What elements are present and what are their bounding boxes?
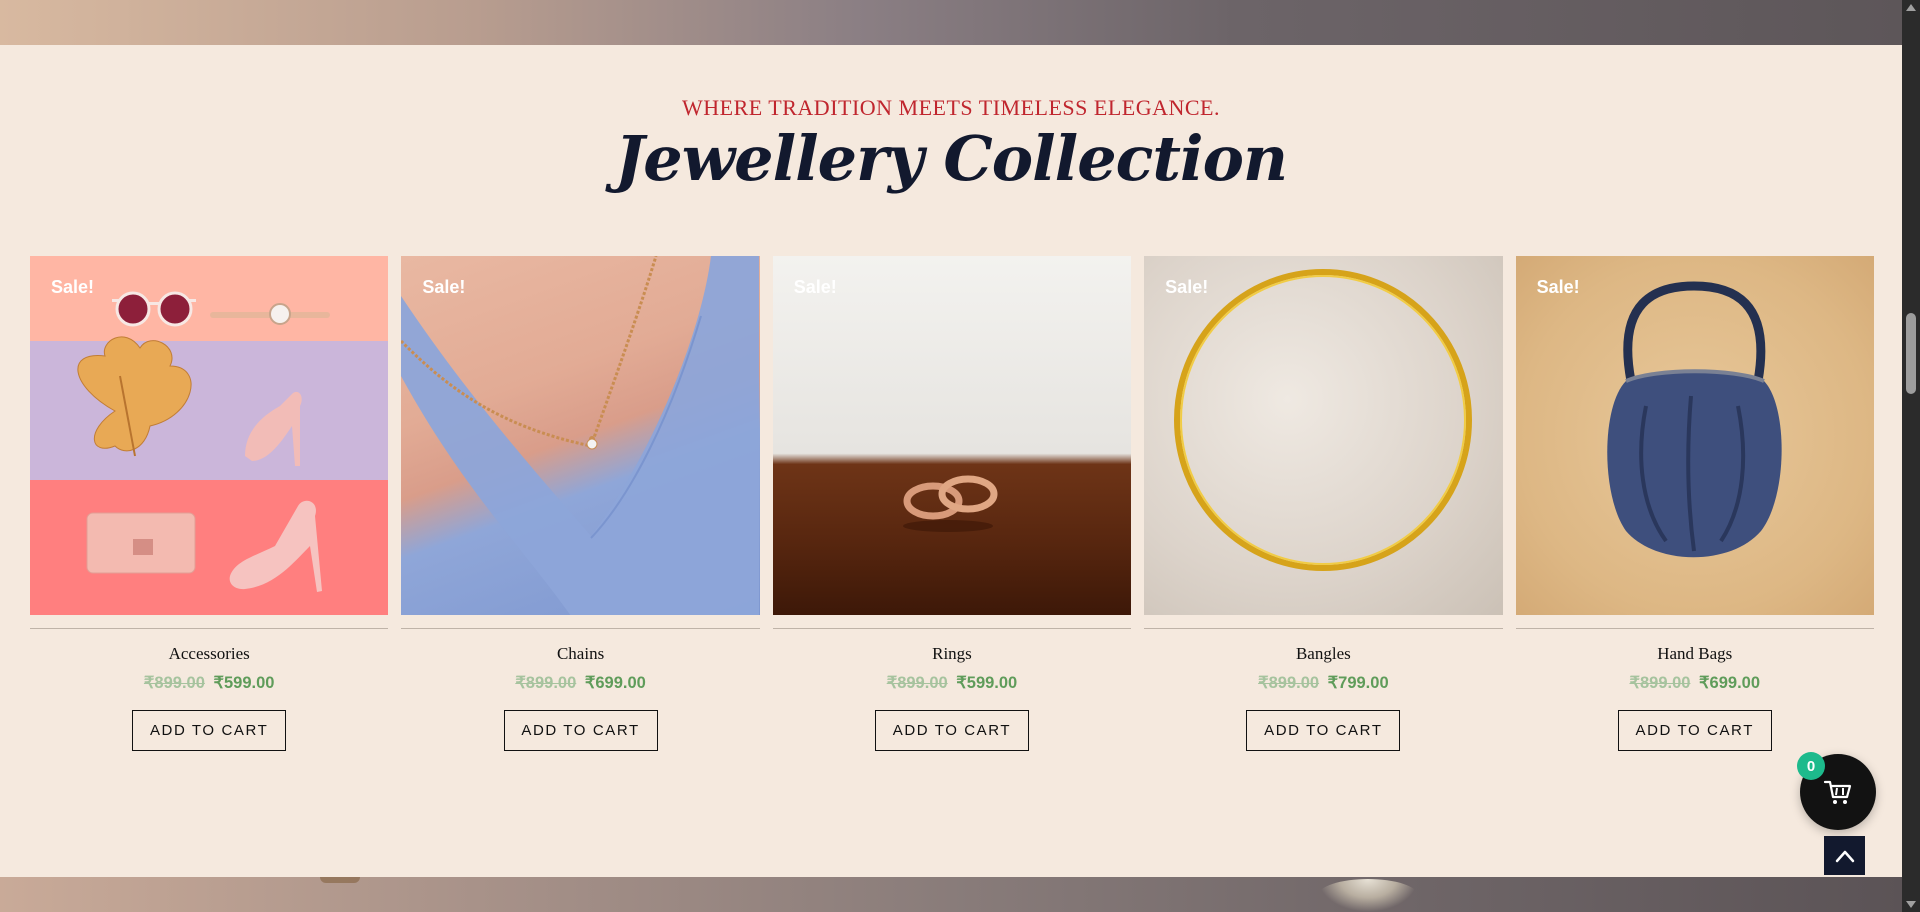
add-to-cart-button[interactable]: ADD TO CART [1617,710,1772,751]
old-price: ₹899.00 [886,674,948,692]
scroll-up-arrow-icon[interactable] [1906,4,1916,11]
product-name[interactable]: Rings [773,644,1131,664]
product-name[interactable]: Chains [401,644,759,664]
chevron-up-icon [1835,850,1854,862]
product-card: Sale! Bangles ₹899.00 ₹799.00 ADD TO CAR… [1144,256,1503,776]
sale-badge: Sale! [1165,277,1209,297]
section-eyebrow: WHERE TRADITION MEETS TIMELESS ELEGANCE. [682,95,1220,120]
product-name[interactable]: Bangles [1144,644,1502,664]
divider [1515,628,1874,629]
product-card: Sale! Hand Bags ₹899.00 ₹699.00 ADD TO C… [1515,256,1874,776]
sale-price: ₹699.00 [1699,674,1761,692]
add-to-cart-button[interactable]: ADD TO CART [874,710,1029,751]
add-to-cart-button[interactable]: ADD TO CART [1246,710,1401,751]
sale-price: ₹699.00 [584,674,646,692]
sale-badge: Sale! [51,277,95,297]
product-image-accessories[interactable]: Sale! [30,256,389,615]
divider [30,628,389,629]
divider [401,628,760,629]
sale-price: ₹799.00 [1327,674,1389,692]
product-image-chains[interactable]: Sale! [401,256,760,615]
product-image-rings[interactable]: Sale! [772,256,1132,615]
sale-badge: Sale! [422,277,466,297]
product-image-bangles[interactable]: Sale! [1144,256,1503,615]
sale-badge: Sale! [1536,277,1580,297]
page: WHERE TRADITION MEETS TIMELESS ELEGANCE.… [0,0,1920,912]
section-title: Jewellery Collection [614,122,1288,195]
product-price: ₹899.00 ₹699.00 [1516,673,1874,693]
divider [1144,628,1503,629]
sale-price: ₹599.00 [956,674,1018,692]
product-image-hand-bags[interactable]: Sale! [1515,256,1874,615]
product-card: Sale! Rings ₹899.00 ₹599.00 ADD TO CART [772,256,1132,776]
add-to-cart-button[interactable]: ADD TO CART [132,710,287,751]
cart-icon [1823,780,1852,804]
add-to-cart-button[interactable]: ADD TO CART [503,710,658,751]
product-grid: Sale! Accessories ₹899.00 ₹599.00 ADD TO… [30,256,1874,776]
top-banner-image [0,0,1902,45]
old-price: ₹899.00 [515,674,577,692]
old-price: ₹899.00 [1629,674,1691,692]
scrollbar[interactable] [1902,0,1920,912]
old-price: ₹899.00 [143,674,205,692]
bottom-banner-image [0,877,1902,912]
scrollbar-thumb[interactable] [1906,313,1916,394]
old-price: ₹899.00 [1258,674,1320,692]
divider [772,628,1132,629]
product-price: ₹899.00 ₹799.00 [1144,673,1502,693]
scroll-down-arrow-icon[interactable] [1906,901,1916,908]
product-name[interactable]: Accessories [30,644,388,664]
cart-count-badge: 0 [1797,752,1825,780]
sale-price: ₹599.00 [213,674,275,692]
sale-badge: Sale! [793,277,837,297]
scroll-to-top-button[interactable] [1824,836,1865,875]
product-price: ₹899.00 ₹599.00 [773,673,1131,693]
product-card: Sale! Accessories ₹899.00 ₹599.00 ADD TO… [30,256,389,776]
product-name[interactable]: Hand Bags [1516,644,1874,664]
product-price: ₹899.00 ₹599.00 [30,673,388,693]
product-card: Sale! Chains ₹899.00 ₹699.00 ADD TO CART [401,256,760,776]
product-price: ₹899.00 ₹699.00 [401,673,759,693]
